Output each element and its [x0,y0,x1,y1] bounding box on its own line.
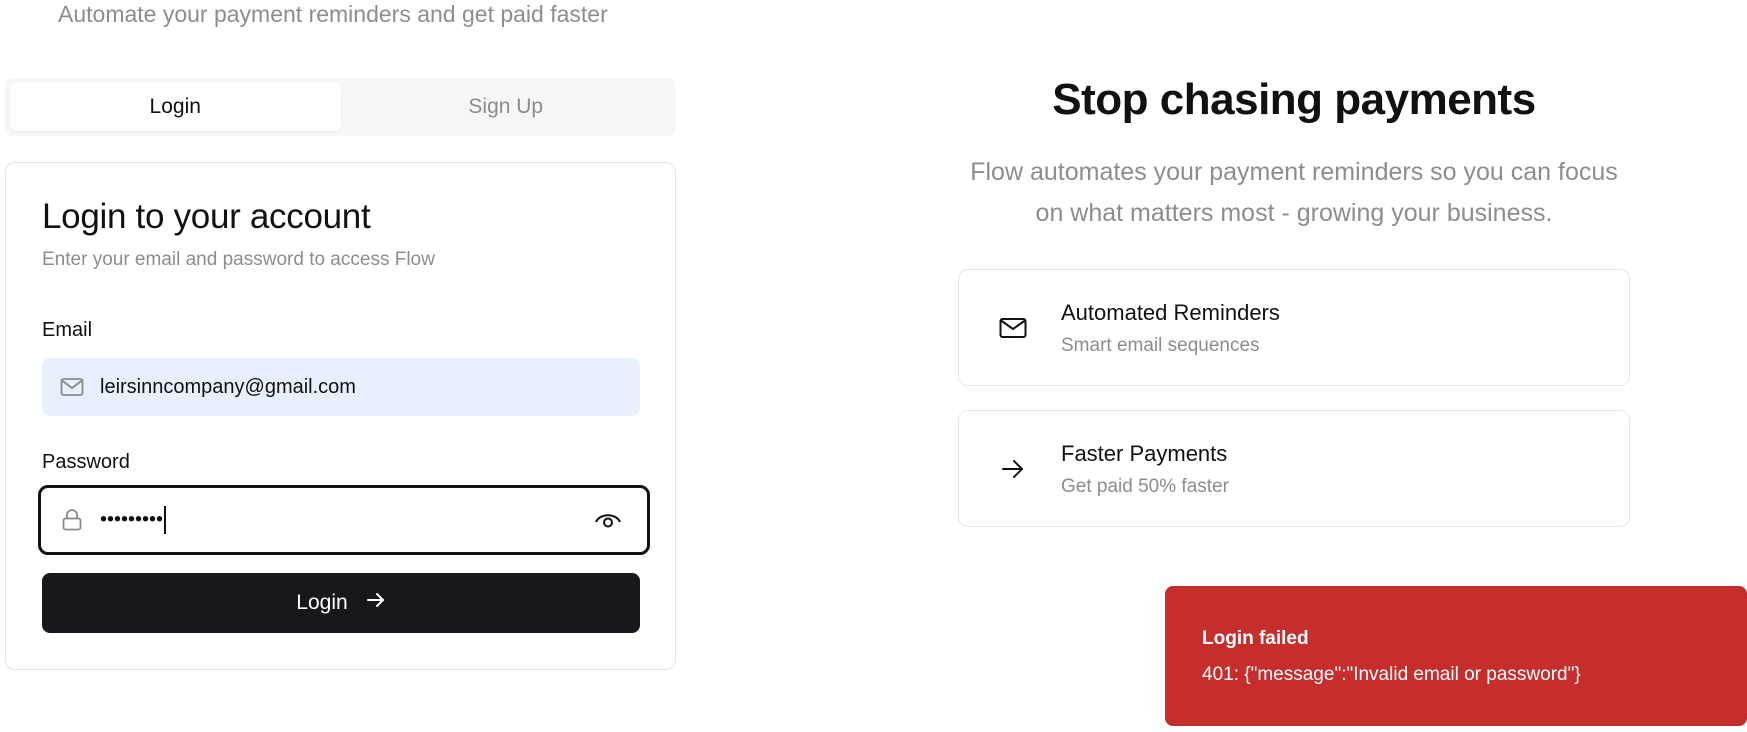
card-description: Enter your email and password to access … [42,249,435,270]
hero-description: Flow automates your payment reminders so… [970,158,1618,227]
mail-icon [997,312,1029,344]
hero-title: Stop chasing payments [1052,75,1536,124]
password-field[interactable]: ••••••••• [38,485,650,555]
error-toast[interactable]: Login failed 401: {"message":"Invalid em… [1165,586,1747,726]
toast-title: Login failed [1202,628,1309,649]
auth-tabs: Login Sign Up [5,78,676,136]
eye-icon[interactable] [591,506,625,534]
login-button-label: Login [296,591,348,614]
tagline: Automate your payment reminders and get … [58,1,608,27]
feature-title: Automated Reminders [1061,300,1280,325]
arrow-right-icon [366,591,386,615]
tab-login[interactable]: Login [10,83,341,131]
feature-title: Faster Payments [1061,441,1228,466]
tab-sign-up[interactable]: Sign Up [341,83,672,131]
email-label: Email [42,319,93,341]
login-card: Login to your account Enter your email a… [5,162,676,670]
toast-message: 401: {"message":"Invalid email or passwo… [1202,664,1581,685]
password-label: Password [42,451,130,473]
arrow-right-icon [997,453,1029,485]
email-field[interactable]: leirsinncompany@gmail.com [42,358,640,416]
text-caret [164,506,167,534]
password-value: ••••••••• [100,506,591,534]
lock-icon [58,506,86,534]
mail-icon [58,373,86,401]
email-value: leirsinncompany@gmail.com [100,375,356,398]
feature-automated-reminders: Automated Reminders Smart email sequence… [958,269,1630,386]
feature-faster-payments: Faster Payments Get paid 50% faster [958,410,1630,527]
password-dots: ••••••••• [100,508,164,531]
login-button[interactable]: Login [42,573,640,633]
login-page: Automate your payment reminders and get … [0,0,1747,732]
feature-subtitle: Smart email sequences [1061,335,1260,356]
card-title: Login to your account [42,197,371,236]
feature-subtitle: Get paid 50% faster [1061,476,1229,497]
